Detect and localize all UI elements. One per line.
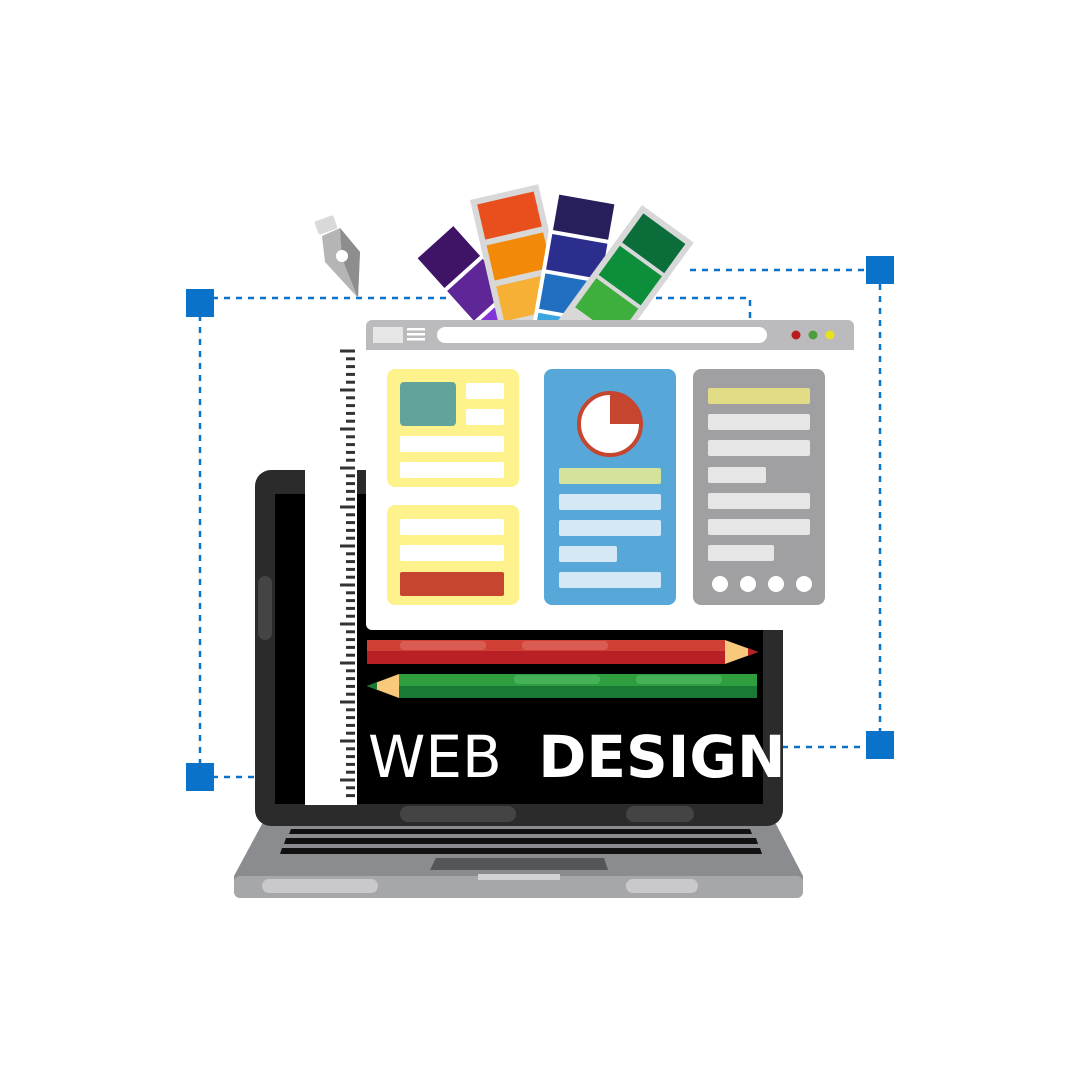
laptop-touchpad	[430, 858, 608, 870]
submit-button-shape	[400, 572, 504, 596]
laptop-keyboard	[280, 829, 762, 854]
yellow-card-top	[387, 369, 519, 487]
browser-window	[366, 320, 854, 630]
pie-chart-icon	[577, 391, 643, 457]
browser-minimize-dot	[825, 330, 835, 340]
title-light: WEB	[368, 723, 502, 791]
selection-handle-bottom-left	[186, 763, 214, 791]
hamburger-menu-icon	[407, 328, 425, 341]
laptop-base	[234, 824, 803, 898]
selection-handle-bottom-right	[866, 731, 894, 759]
illustration-canvas: WEB DESIGN	[186, 184, 894, 898]
image-placeholder	[400, 382, 456, 426]
gray-card	[693, 369, 825, 605]
yellow-card-bottom	[387, 505, 519, 605]
web-design-illustration: WEB DESIGN	[0, 0, 1080, 1080]
pen-tool-icon	[314, 215, 360, 298]
browser-back-button	[373, 327, 403, 343]
browser-address-bar	[437, 327, 767, 343]
pencil-icon	[367, 640, 758, 664]
ruler-icon	[305, 345, 357, 805]
pencil-icon	[367, 674, 757, 698]
selection-handle-top-right	[866, 256, 894, 284]
blue-card	[544, 369, 676, 605]
title-bold: DESIGN	[538, 723, 785, 791]
title-text: WEB DESIGN	[368, 723, 786, 791]
browser-close-dot	[791, 330, 801, 340]
selection-handle-top-left	[186, 289, 214, 317]
browser-maximize-dot	[808, 330, 818, 340]
